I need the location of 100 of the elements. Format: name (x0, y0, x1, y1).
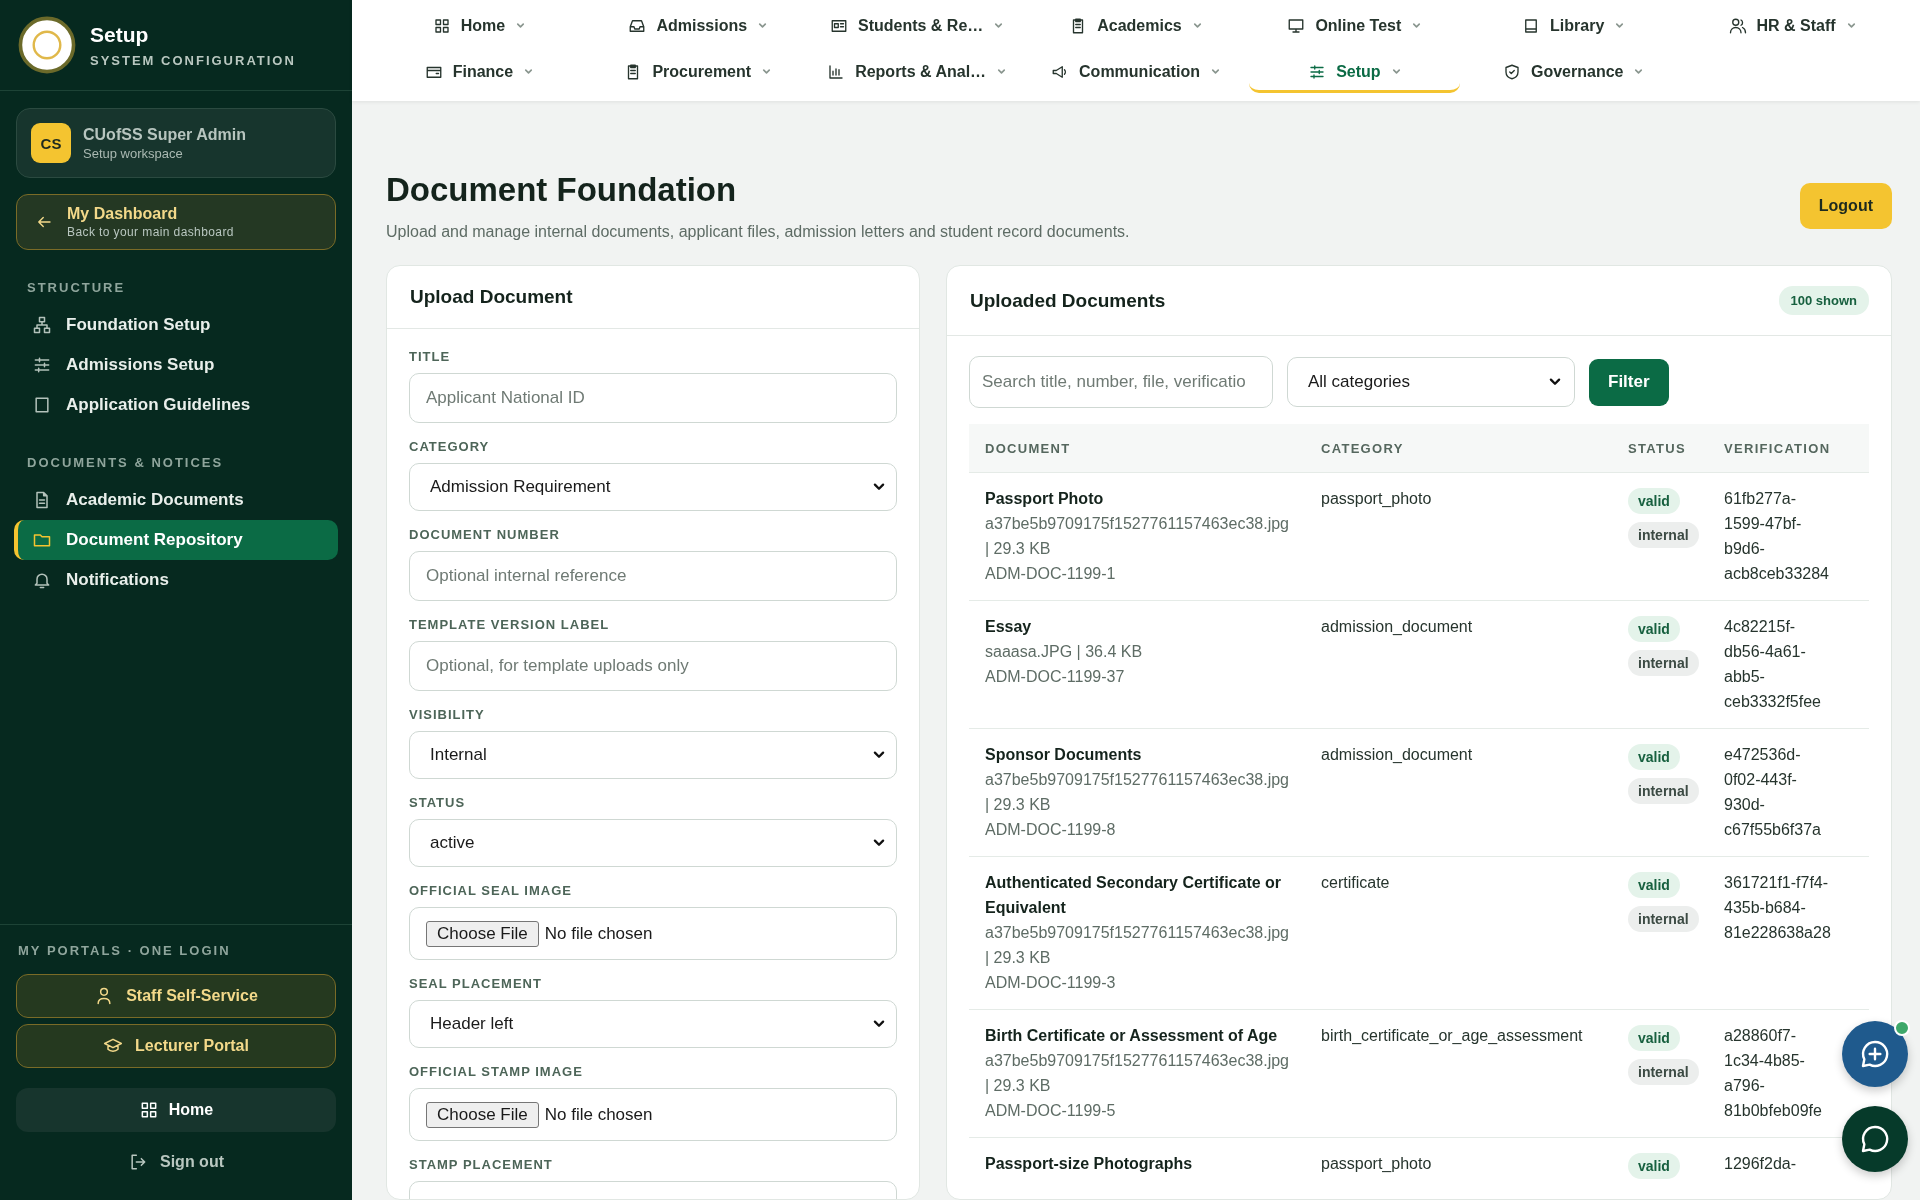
status-badge: valid (1628, 744, 1680, 770)
text-field[interactable]: Optional, for template uploads only (409, 641, 897, 691)
select-field[interactable]: Internal (409, 731, 897, 779)
column-header: CATEGORY (1320, 440, 1405, 456)
field-label: STATUS (409, 795, 467, 810)
field-label: OFFICIAL SEAL IMAGE (409, 883, 573, 898)
app-title: Setup (90, 22, 150, 47)
search-field[interactable]: Search title, number, file, verificatio (969, 356, 1273, 408)
section-heading: STRUCTURE (26, 279, 127, 297)
sidebar-item[interactable]: Admissions Setup (14, 345, 338, 385)
document-number: ADM-DOC-1199-1 (985, 564, 1116, 584)
verification-id: 61fb277a-1599-47bf-b9d6-acb8ceb33284 (1724, 489, 1830, 584)
file-info: saaasa.JPG | 36.4 KB (985, 642, 1143, 662)
verification-id: a28860f7-1c34-4b85-a796-81b0bfeb09fe (1724, 1026, 1823, 1121)
field-label: STAMP PLACEMENT (409, 1157, 554, 1172)
nav-tab[interactable]: Setup (1249, 53, 1461, 93)
sidebar-item[interactable]: Notifications (14, 560, 338, 600)
file-info: a37be5b9709175f1527761157463ec38.jpg | 29.3 KB (985, 770, 1290, 815)
portal-button[interactable]: Staff Self-Service (16, 974, 336, 1018)
nav-tab[interactable]: Library (1468, 7, 1680, 47)
status-badge: internal (1628, 522, 1699, 548)
nav-tab[interactable]: Reports & Anal… (811, 53, 1023, 93)
select-field[interactable]: Admission Requirement (409, 463, 897, 511)
count-badge: 100 shown (1778, 286, 1869, 315)
filter-button[interactable]: Filter (1589, 358, 1669, 406)
document-number: ADM-DOC-1199-8 (985, 820, 1116, 840)
verification-id: 361721f1-f7f4-435b-b684-81e228638a28 (1724, 873, 1832, 943)
column-header: VERIFICATION (1723, 440, 1832, 456)
app-subtitle: SYSTEM CONFIGURATION (90, 52, 296, 68)
document-number: ADM-DOC-1199-5 (985, 1101, 1116, 1121)
file-field[interactable]: Choose File No file chosen (409, 907, 897, 960)
document-title: Passport Photo (985, 489, 1104, 509)
verification-id: e472536d-0f02-443f-930d-c67f55b6f37a (1724, 745, 1822, 840)
sidebar-item[interactable]: Academic Documents (14, 480, 338, 520)
select-field[interactable]: Header left (409, 1000, 897, 1048)
card-title: Upload Document (410, 286, 573, 307)
field-label: TITLE (409, 349, 452, 364)
category-select[interactable]: All categories (1287, 357, 1575, 407)
status-badge: valid (1628, 872, 1680, 898)
field-label: VISIBILITY (409, 707, 486, 722)
verification-id: 1296f2da- (1724, 1154, 1798, 1174)
nav-tab[interactable]: Governance (1468, 53, 1680, 93)
page-subtitle: Upload and manage internal documents, applicant files, admission letters and student record documents. (386, 223, 1130, 241)
sidebar-item[interactable]: Foundation Setup (14, 305, 338, 345)
field-label: CATEGORY (409, 439, 491, 454)
field-label: SEAL PLACEMENT (409, 976, 543, 991)
sidebar-item[interactable]: Document Repository (14, 520, 338, 560)
category-text: birth_certificate_or_age_assessment (1321, 1026, 1583, 1046)
nav-tab[interactable]: Finance (374, 53, 585, 93)
logout-button[interactable]: Logout (1799, 183, 1892, 229)
field-label: TEMPLATE VERSION LABEL (409, 617, 611, 632)
dashboard-hint: Back to your main dashboard (67, 225, 234, 239)
status-badge: internal (1628, 650, 1699, 676)
status-badge: internal (1628, 906, 1699, 932)
text-field[interactable]: Optional internal reference (409, 551, 897, 601)
nav-tab[interactable]: Home (374, 7, 585, 47)
document-title: Birth Certificate or Assessment of Age (985, 1026, 1278, 1046)
sidebar-item[interactable]: Application Guidelines (14, 385, 338, 425)
column-header: STATUS (1627, 440, 1687, 456)
file-field[interactable]: Choose File No file chosen (409, 1088, 897, 1141)
home-button[interactable]: Home (16, 1088, 336, 1132)
section-heading: MY PORTALS · ONE LOGIN (17, 942, 232, 960)
document-title: Essay (985, 617, 1032, 637)
section-heading: DOCUMENTS & NOTICES (26, 454, 225, 472)
sign-out-button[interactable]: Sign out (120, 1146, 232, 1178)
status-badge: valid (1628, 616, 1680, 642)
nav-tab[interactable]: Students & Re… (811, 7, 1023, 47)
dashboard-label: My Dashboard (67, 205, 179, 223)
dashboard-link[interactable]: My Dashboard Back to your main dashboard (16, 194, 336, 250)
category-text: admission_document (1321, 745, 1473, 765)
file-info: a37be5b9709175f1527761157463ec38.jpg | 29.3 KB (985, 923, 1290, 968)
nav-tab[interactable]: Academics (1030, 7, 1242, 47)
category-text: passport_photo (1321, 1154, 1432, 1174)
status-badge: valid (1628, 488, 1680, 514)
card-title: Uploaded Documents (970, 289, 1166, 312)
status-badge: valid (1628, 1153, 1680, 1179)
category-text: admission_document (1321, 617, 1473, 637)
document-title: Authenticated Secondary Certificate or Equivalent (985, 873, 1283, 918)
nav-tab[interactable]: Communication (1030, 53, 1242, 93)
avatar: CS (31, 123, 71, 163)
nav-tab[interactable]: HR & Staff (1687, 7, 1898, 47)
nav-tab[interactable]: Admissions (592, 7, 804, 47)
document-title: Passport-size Photographs (985, 1154, 1193, 1174)
status-badge: valid (1628, 1025, 1680, 1051)
document-title: Sponsor Documents (985, 745, 1142, 765)
text-field[interactable]: Applicant National ID (409, 373, 897, 423)
nav-tab[interactable]: Procurement (592, 53, 804, 93)
document-number: ADM-DOC-1199-3 (985, 973, 1116, 993)
file-info: a37be5b9709175f1527761157463ec38.jpg | 29.3 KB (985, 1051, 1290, 1096)
user-role: Setup workspace (83, 145, 184, 161)
category-text: certificate (1321, 873, 1390, 893)
file-info: a37be5b9709175f1527761157463ec38.jpg | 29.3 KB (985, 514, 1290, 559)
status-badge: internal (1628, 1059, 1699, 1085)
select-field[interactable]: active (409, 819, 897, 867)
field-label: DOCUMENT NUMBER (409, 527, 561, 542)
portal-button[interactable]: Lecturer Portal (16, 1024, 336, 1068)
verification-id: 4c82215f-db56-4a61-abb5-ceb3332f5fee (1724, 617, 1822, 712)
category-text: passport_photo (1321, 489, 1432, 509)
nav-tab[interactable]: Online Test (1249, 7, 1461, 47)
document-number: ADM-DOC-1199-37 (985, 667, 1125, 687)
